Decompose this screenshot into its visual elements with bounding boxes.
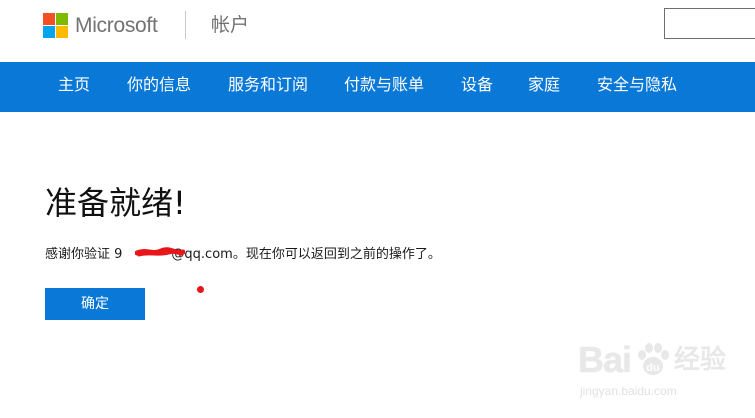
account-page: Microsoft 帐户 主页 你的信息 服务和订阅 付款与账单 设备 家庭 安…	[0, 0, 755, 418]
nav-item-devices[interactable]: 设备	[461, 62, 493, 112]
page-title: 准备就绪!	[45, 184, 186, 222]
microsoft-logo-icon	[43, 13, 68, 38]
nav-item-security-privacy[interactable]: 安全与隐私	[597, 62, 677, 112]
microsoft-logo[interactable]: Microsoft	[43, 13, 158, 38]
header-divider	[185, 11, 186, 39]
logo-square-green	[56, 13, 68, 25]
main-nav: 主页 你的信息 服务和订阅 付款与账单 设备 家庭 安全与隐私	[0, 62, 755, 112]
logo-square-yellow	[56, 26, 68, 38]
logo-square-red	[43, 13, 55, 25]
nav-item-family[interactable]: 家庭	[528, 62, 560, 112]
site-header: Microsoft 帐户	[0, 0, 755, 62]
email-domain: @qq.com	[171, 247, 233, 262]
watermark-main: Bai	[578, 339, 632, 380]
message-suffix: 。现在你可以返回到之前的操作了。	[232, 247, 441, 262]
nav-item-payment-billing[interactable]: 付款与账单	[344, 62, 424, 112]
brand-name: Microsoft	[75, 14, 158, 37]
nav-item-services-subscriptions[interactable]: 服务和订阅	[228, 62, 308, 112]
watermark-brand-cn: 经验	[674, 345, 727, 375]
nav-item-home[interactable]: 主页	[58, 62, 90, 112]
message-prefix: 感谢你验证	[45, 247, 115, 262]
section-title[interactable]: 帐户	[211, 13, 249, 38]
email-visible-part: 9	[114, 247, 123, 262]
logo-square-blue	[43, 26, 55, 38]
search-input[interactable]	[664, 8, 755, 39]
svg-text:du: du	[646, 362, 659, 374]
confirm-button[interactable]: 确定	[45, 288, 145, 320]
watermark-url: jingyan.baidu.com	[580, 384, 677, 398]
baidu-jingyan-watermark: Bai du 经验 jingyan.baidu.com	[578, 340, 748, 410]
red-dot-mark	[197, 286, 204, 293]
verification-message: 感谢你验证 9 @qq.com。现在你可以返回到之前的操作了。	[45, 245, 441, 265]
nav-item-your-info[interactable]: 你的信息	[127, 62, 191, 112]
paw-icon: du	[638, 343, 669, 375]
